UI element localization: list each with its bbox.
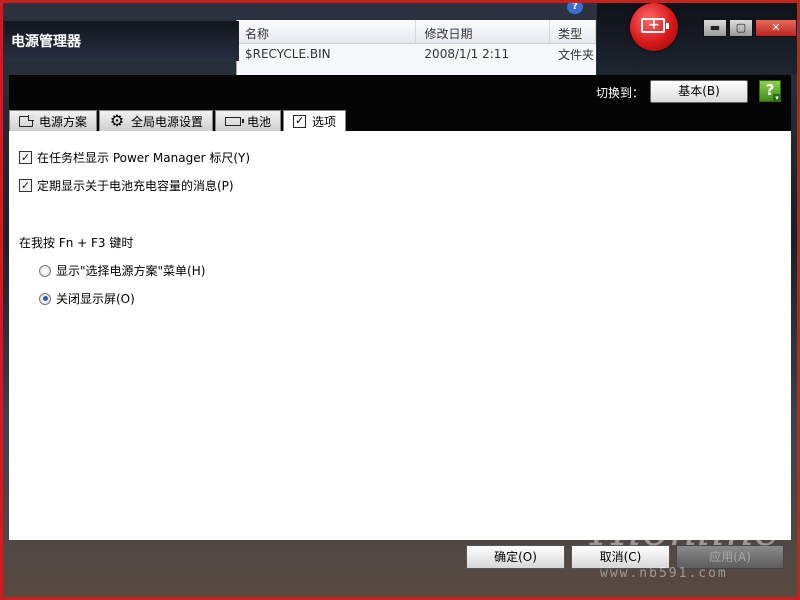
- chevron-down-icon: ▾: [773, 94, 781, 102]
- turn-off-display-option[interactable]: 关闭显示屏(O): [39, 290, 135, 307]
- tab-battery[interactable]: 电池: [215, 110, 282, 131]
- tab-global-settings[interactable]: ⚙ 全局电源设置: [99, 110, 214, 131]
- minimize-button[interactable]: ▬: [703, 19, 727, 37]
- battery-message-label[interactable]: 定期显示关于电池充电容量的消息(P): [37, 177, 234, 194]
- switch-to-label: 切换到：: [596, 86, 645, 100]
- turn-off-display-radio[interactable]: [39, 292, 51, 305]
- cancel-button[interactable]: 取消(C): [571, 545, 670, 569]
- gear-icon: ⚙: [109, 111, 125, 130]
- power-manager-logo-icon: +: [630, 3, 678, 51]
- battery-icon: [225, 116, 245, 126]
- show-plan-menu-option[interactable]: 显示"选择电源方案"菜单(H): [39, 262, 205, 279]
- show-gauge-label[interactable]: 在任务栏显示 Power Manager 标尺(Y): [37, 149, 250, 166]
- options-panel: ✓ 在任务栏显示 Power Manager 标尺(Y) ✓ 定期显示关于电池充…: [9, 131, 791, 540]
- window-title: 电源管理器: [11, 34, 81, 50]
- turn-off-display-label[interactable]: 关闭显示屏(O): [56, 290, 135, 307]
- tab-label: 选项: [312, 114, 337, 129]
- window-controls: ▬ ▢ ✕: [703, 19, 797, 37]
- help-button[interactable]: ? ▾: [759, 80, 781, 102]
- battery-icon: +: [641, 17, 669, 33]
- close-button[interactable]: ✕: [755, 19, 797, 37]
- show-gauge-checkbox[interactable]: ✓: [19, 151, 32, 164]
- power-plan-icon: [19, 114, 34, 127]
- show-gauge-option[interactable]: ✓ 在任务栏显示 Power Manager 标尺(Y): [19, 149, 250, 166]
- title-right-panel: [597, 3, 797, 75]
- tab-label: 电池: [247, 114, 272, 129]
- ok-button[interactable]: 确定(O): [466, 545, 565, 569]
- show-plan-menu-radio[interactable]: [39, 264, 51, 277]
- tab-power-plans[interactable]: 电源方案: [9, 110, 98, 131]
- toolbar: 切换到： 基本(B) ? ▾ 电源方案 ⚙ 全局电源设置 电池 ✓ 选项: [9, 75, 791, 131]
- show-plan-menu-label[interactable]: 显示"选择电源方案"菜单(H): [56, 262, 205, 279]
- tab-options[interactable]: ✓ 选项: [283, 110, 347, 131]
- checkbox-icon: ✓: [293, 113, 307, 128]
- tab-bar: 电源方案 ⚙ 全局电源设置 电池 ✓ 选项: [9, 110, 347, 131]
- battery-message-checkbox[interactable]: ✓: [19, 179, 32, 192]
- title-bar: [3, 3, 797, 75]
- maximize-button[interactable]: ▢: [729, 19, 753, 37]
- battery-message-option[interactable]: ✓ 定期显示关于电池充电容量的消息(P): [19, 177, 234, 194]
- basic-mode-button[interactable]: 基本(B): [650, 80, 748, 103]
- tab-label: 全局电源设置: [131, 114, 204, 129]
- tab-label: 电源方案: [39, 114, 88, 129]
- fn-f3-group-label: 在我按 Fn + F3 键时: [19, 236, 134, 250]
- apply-button[interactable]: 应用(A): [676, 545, 784, 569]
